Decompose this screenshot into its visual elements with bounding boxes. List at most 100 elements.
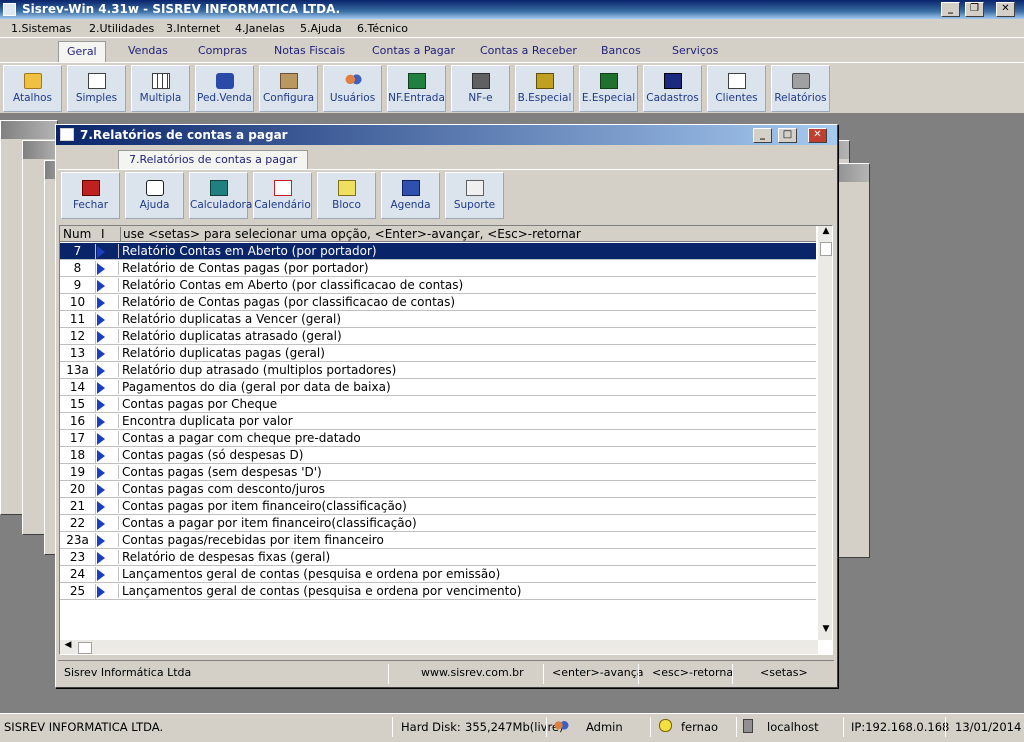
close-button[interactable]: ✕: [996, 2, 1015, 17]
support-icon: [465, 180, 484, 196]
disk-value: 355,247Mb(livre): [465, 720, 564, 734]
usuarios-button[interactable]: Usuários: [323, 65, 382, 112]
multipla-button[interactable]: Multipla: [131, 65, 190, 112]
table-row[interactable]: 9 Relatório Contas em Aberto (por classif…: [60, 277, 816, 294]
tab-notas-fiscais[interactable]: Notas Fiscais: [274, 44, 345, 57]
tab-relatorios-contas-a-pagar[interactable]: 7.Relatórios de contas a pagar: [118, 150, 309, 169]
row-arrow-icon: [97, 314, 105, 326]
table-row[interactable]: 23 Relatório de despesas fixas (geral): [60, 549, 816, 566]
nf-entrada-button[interactable]: NF.Entrada: [387, 65, 446, 112]
table-row[interactable]: 21 Contas pagas por item financeiro(class…: [60, 498, 816, 515]
nf-entrada-label: NF.Entrada: [388, 92, 445, 104]
row-arrow-icon: [97, 297, 105, 309]
clientes-label: Clientes: [715, 92, 758, 104]
table-row[interactable]: 12 Relatório duplicatas atrasado (geral): [60, 328, 816, 345]
menu-sistemas[interactable]: 1.Sistemas: [11, 22, 72, 35]
e-especial-label: E.Especial: [581, 92, 636, 104]
menu-internet[interactable]: 3.Internet: [166, 22, 220, 35]
row-description: Relatório de Contas pagas (por classific…: [118, 295, 455, 309]
dialog-maximize-button[interactable]: □: [778, 128, 797, 143]
row-description: Contas pagas (sem despesas 'D'): [118, 465, 322, 479]
app-title: Sisrev-Win 4.31w - SISREV INFORMATICA LT…: [22, 2, 341, 16]
server-icon: [743, 719, 753, 733]
tab-contas-a-pagar[interactable]: Contas a Pagar: [372, 44, 455, 57]
atalhos-button[interactable]: Atalhos: [3, 65, 62, 112]
fechar-label: Fechar: [72, 199, 109, 211]
simples-button[interactable]: Simples: [67, 65, 126, 112]
b-especial-button[interactable]: B.Especial: [515, 65, 574, 112]
row-number: 23: [60, 550, 96, 566]
main-tab-row: Geral Vendas Compras Notas Fiscais Conta…: [0, 38, 1024, 62]
dialog-close-button[interactable]: ✕: [808, 128, 827, 143]
special-e-icon: [599, 73, 618, 89]
calendario-button[interactable]: Calendário: [253, 172, 312, 219]
tab-geral[interactable]: Geral: [58, 41, 106, 62]
dialog-title-bar: 7.Relatórios de contas a pagar _ □ ✕: [56, 125, 837, 145]
scroll-down-arrow[interactable]: ▼: [818, 624, 832, 640]
scroll-up-arrow[interactable]: ▲: [818, 226, 832, 242]
tab-vendas[interactable]: Vendas: [128, 44, 168, 57]
table-row[interactable]: 20 Contas pagas com desconto/juros: [60, 481, 816, 498]
scroll-left-arrow[interactable]: ◀: [60, 640, 76, 654]
table-row[interactable]: 7 Relatório Contas em Aberto (por portado…: [60, 243, 816, 260]
row-description: Contas a pagar por item financeiro(class…: [118, 516, 417, 530]
vertical-scrollbar[interactable]: ▲ ▼: [818, 226, 832, 640]
table-row[interactable]: 19 Contas pagas (sem despesas 'D'): [60, 464, 816, 481]
hscroll-thumb[interactable]: [78, 642, 92, 654]
tab-compras[interactable]: Compras: [198, 44, 247, 57]
agenda-button[interactable]: Agenda: [381, 172, 440, 219]
clientes-button[interactable]: Clientes: [707, 65, 766, 112]
tab-servicos[interactable]: Serviços: [672, 44, 718, 57]
bloco-label: Bloco: [332, 199, 361, 211]
table-row[interactable]: 22 Contas a pagar por item financeiro(cla…: [60, 515, 816, 532]
table-row[interactable]: 13a Relatório dup atrasado (multiplos por…: [60, 362, 816, 379]
table-row[interactable]: 14 Pagamentos do dia (geral por data de b…: [60, 379, 816, 396]
row-description: Contas a pagar com cheque pre-datado: [118, 431, 361, 445]
menu-janelas[interactable]: 4.Janelas: [235, 22, 285, 35]
tab-contas-a-receber[interactable]: Contas a Receber: [480, 44, 577, 57]
table-row[interactable]: 10 Relatório de Contas pagas (por classif…: [60, 294, 816, 311]
row-number: 17: [60, 431, 96, 447]
exit-door-icon: [81, 180, 100, 196]
calculadora-button[interactable]: Calculadora: [189, 172, 252, 219]
register-icon: [663, 73, 682, 89]
bloco-button[interactable]: Bloco: [317, 172, 376, 219]
tab-bancos[interactable]: Bancos: [601, 44, 641, 57]
row-arrow-icon: [97, 450, 105, 462]
nfe-button[interactable]: NF-e: [451, 65, 510, 112]
database-icon: [659, 719, 672, 732]
notepad-icon: [337, 180, 356, 196]
dialog-minimize-button[interactable]: _: [753, 128, 772, 143]
restore-button[interactable]: ❐: [965, 2, 984, 17]
row-arrow-icon: [97, 416, 105, 428]
e-especial-button[interactable]: E.Especial: [579, 65, 638, 112]
horizontal-scrollbar[interactable]: ◀: [60, 640, 818, 654]
col-indicator-header: I: [101, 227, 105, 241]
row-number: 13: [60, 346, 96, 362]
scroll-thumb[interactable]: [820, 242, 832, 256]
ped-venda-button[interactable]: Ped.Venda: [195, 65, 254, 112]
table-row[interactable]: 25 Lançamentos geral de contas (pesquisa …: [60, 583, 816, 600]
suporte-button[interactable]: Suporte: [445, 172, 504, 219]
row-number: 10: [60, 295, 96, 311]
table-row[interactable]: 24 Lançamentos geral de contas (pesquisa …: [60, 566, 816, 583]
relatorios-label: Relatórios: [774, 92, 827, 104]
menu-ajuda[interactable]: 5.Ajuda: [300, 22, 342, 35]
table-row[interactable]: 13 Relatório duplicatas pagas (geral): [60, 345, 816, 362]
table-row[interactable]: 23a Contas pagas/recebidas por item finan…: [60, 532, 816, 549]
table-row[interactable]: 17 Contas a pagar com cheque pre-datado: [60, 430, 816, 447]
table-row[interactable]: 15 Contas pagas por Cheque: [60, 396, 816, 413]
table-row[interactable]: 16 Encontra duplicata por valor: [60, 413, 816, 430]
table-row[interactable]: 18 Contas pagas (só despesas D): [60, 447, 816, 464]
cadastros-button[interactable]: Cadastros: [643, 65, 702, 112]
menu-utilidades[interactable]: 2.Utilidades: [89, 22, 154, 35]
table-row[interactable]: 8 Relatório de Contas pagas (por portador…: [60, 260, 816, 277]
fechar-button[interactable]: Fechar: [61, 172, 120, 219]
table-row[interactable]: 11 Relatório duplicatas a Vencer (geral): [60, 311, 816, 328]
minimize-button[interactable]: _: [941, 2, 960, 17]
ajuda-button[interactable]: Ajuda: [125, 172, 184, 219]
row-description: Relatório duplicatas pagas (geral): [118, 346, 325, 360]
configura-button[interactable]: Configura: [259, 65, 318, 112]
relatorios-button[interactable]: Relatórios: [771, 65, 830, 112]
menu-tecnico[interactable]: 6.Técnico: [357, 22, 408, 35]
